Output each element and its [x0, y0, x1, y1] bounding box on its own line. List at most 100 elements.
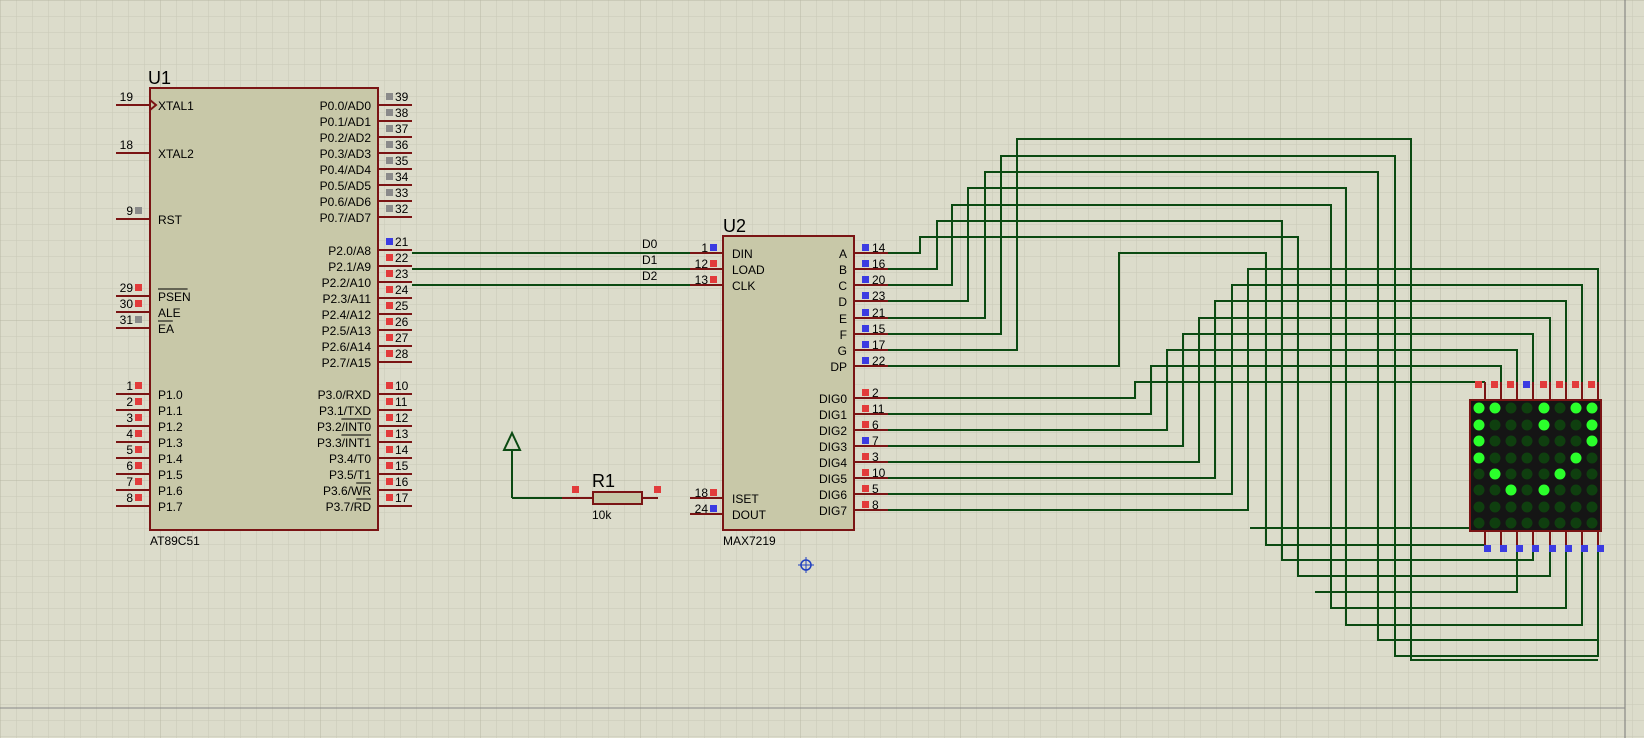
u1-pin-dot	[386, 270, 393, 277]
u1-pin-label: P0.6/AD6	[320, 195, 372, 209]
led-off	[1586, 468, 1598, 480]
u1-pin-label: P0.7/AD7	[320, 211, 372, 225]
led-off	[1538, 501, 1550, 513]
led-off	[1554, 402, 1566, 414]
u1-pin-number: 4	[126, 427, 133, 441]
u1-pin-dot	[386, 173, 393, 180]
matrix-pin-dot	[1532, 545, 1539, 552]
u2-pin-dot	[710, 276, 717, 283]
u2-pin-number: 16	[872, 257, 886, 271]
led-on	[1505, 484, 1517, 496]
u1-pin-label: P2.0/A8	[328, 244, 371, 258]
u1-pin-dot	[135, 398, 142, 405]
u1-pin-label: RST	[158, 213, 183, 227]
u1-pin-dot	[386, 205, 393, 212]
u1-pin-dot	[135, 430, 142, 437]
u2-pin-label: G	[838, 344, 847, 358]
led-off	[1505, 435, 1517, 447]
u2-pin-dot	[862, 405, 869, 412]
u1-pin-number: 35	[395, 154, 409, 168]
u1-pin-number: 12	[395, 411, 409, 425]
led-off	[1473, 468, 1485, 480]
u1-pin-dot	[135, 207, 142, 214]
matrix-pin-dot	[1597, 545, 1604, 552]
u2-pin-label: DIG3	[819, 440, 847, 454]
u1-pin-label: P3.2/INT0	[317, 420, 371, 434]
led-off	[1586, 517, 1598, 529]
u2-pin-number: 14	[872, 241, 886, 255]
u1-pin-number: 3	[126, 411, 133, 425]
u1-pin-label: P3.0/RXD	[318, 388, 372, 402]
led-off	[1521, 435, 1533, 447]
led-off	[1554, 517, 1566, 529]
led-off	[1570, 501, 1582, 513]
u2-pin-label: DIG0	[819, 392, 847, 406]
u1-pin-label: P1.0	[158, 388, 183, 402]
u1-pin-number: 25	[395, 299, 409, 313]
led-on	[1586, 435, 1598, 447]
schematic-canvas[interactable]: U1 AT89C51 19XTAL118XTAL29RST29PSEN30ALE…	[0, 0, 1644, 738]
u1-pin-label: P2.6/A14	[322, 340, 372, 354]
led-off	[1473, 484, 1485, 496]
u1-pin-number: 28	[395, 347, 409, 361]
u1-pin-dot	[386, 494, 393, 501]
u1-pin-label: P3.6/WR	[323, 484, 371, 498]
u1-pin-label: P2.5/A13	[322, 324, 372, 338]
led-off	[1521, 517, 1533, 529]
net-label-d2: D2	[642, 269, 658, 283]
u1-pin-label: P1.1	[158, 404, 183, 418]
matrix-pin-dot	[1572, 381, 1579, 388]
u1-pin-dot	[135, 462, 142, 469]
u2-pin-label: D	[838, 295, 847, 309]
u1-pin-dot	[386, 446, 393, 453]
u2-pin-number: 24	[695, 502, 709, 516]
u1-pin-dot	[386, 189, 393, 196]
led-off	[1521, 402, 1533, 414]
u2-part: MAX7219	[723, 534, 776, 548]
u1-pin-label: P0.3/AD3	[320, 147, 372, 161]
led-off	[1505, 501, 1517, 513]
u1-part: AT89C51	[150, 534, 200, 548]
matrix-pin-dot	[1523, 381, 1530, 388]
u2-pin-label: DIG2	[819, 424, 847, 438]
u1-pin-label: P2.2/A10	[322, 276, 372, 290]
u2-pin-number: 23	[872, 289, 886, 303]
u1-pin-label: P2.3/A11	[323, 292, 372, 306]
led-on	[1473, 402, 1485, 414]
r1-value: 10k	[592, 508, 612, 522]
u1-pin-number: 22	[395, 251, 409, 265]
u2-pin-dot	[862, 469, 869, 476]
u1-pin-dot	[135, 446, 142, 453]
u1-pin-number: 9	[126, 204, 133, 218]
u2-pin-number: 18	[695, 486, 709, 500]
u2-pin-dot	[862, 453, 869, 460]
led-off	[1570, 468, 1582, 480]
u2-pin-dot	[710, 489, 717, 496]
u1-pin-dot	[386, 254, 393, 261]
u2-pin-number: 20	[872, 273, 886, 287]
led-matrix-component[interactable]	[1469, 381, 1604, 552]
u1-pin-number: 18	[120, 138, 134, 152]
u2-pin-dot	[862, 325, 869, 332]
u1-pin-dot	[386, 93, 393, 100]
led-off	[1489, 501, 1501, 513]
u1-pin-number: 13	[395, 427, 409, 441]
u1-pin-number: 33	[395, 186, 409, 200]
u1-component[interactable]: U1 AT89C51 19XTAL118XTAL29RST29PSEN30ALE…	[116, 68, 412, 548]
u1-pin-number: 14	[395, 443, 409, 457]
u1-pin-dot	[386, 334, 393, 341]
u2-pin-label: B	[839, 263, 847, 277]
u1-pin-number: 11	[395, 395, 408, 409]
led-matrix-body	[1469, 399, 1602, 532]
u2-pin-number: 21	[872, 306, 886, 320]
u1-pin-number: 6	[126, 459, 133, 473]
u1-pin-number: 26	[395, 315, 409, 329]
led-off	[1521, 484, 1533, 496]
u1-pin-label: P1.7	[158, 500, 183, 514]
u2-pin-number: 13	[695, 273, 709, 287]
u2-pin-number: 7	[872, 434, 879, 448]
led-off	[1489, 452, 1501, 464]
u2-pin-dot	[710, 260, 717, 267]
u2-pin-label: F	[840, 328, 847, 342]
u1-pin-number: 17	[395, 491, 409, 505]
